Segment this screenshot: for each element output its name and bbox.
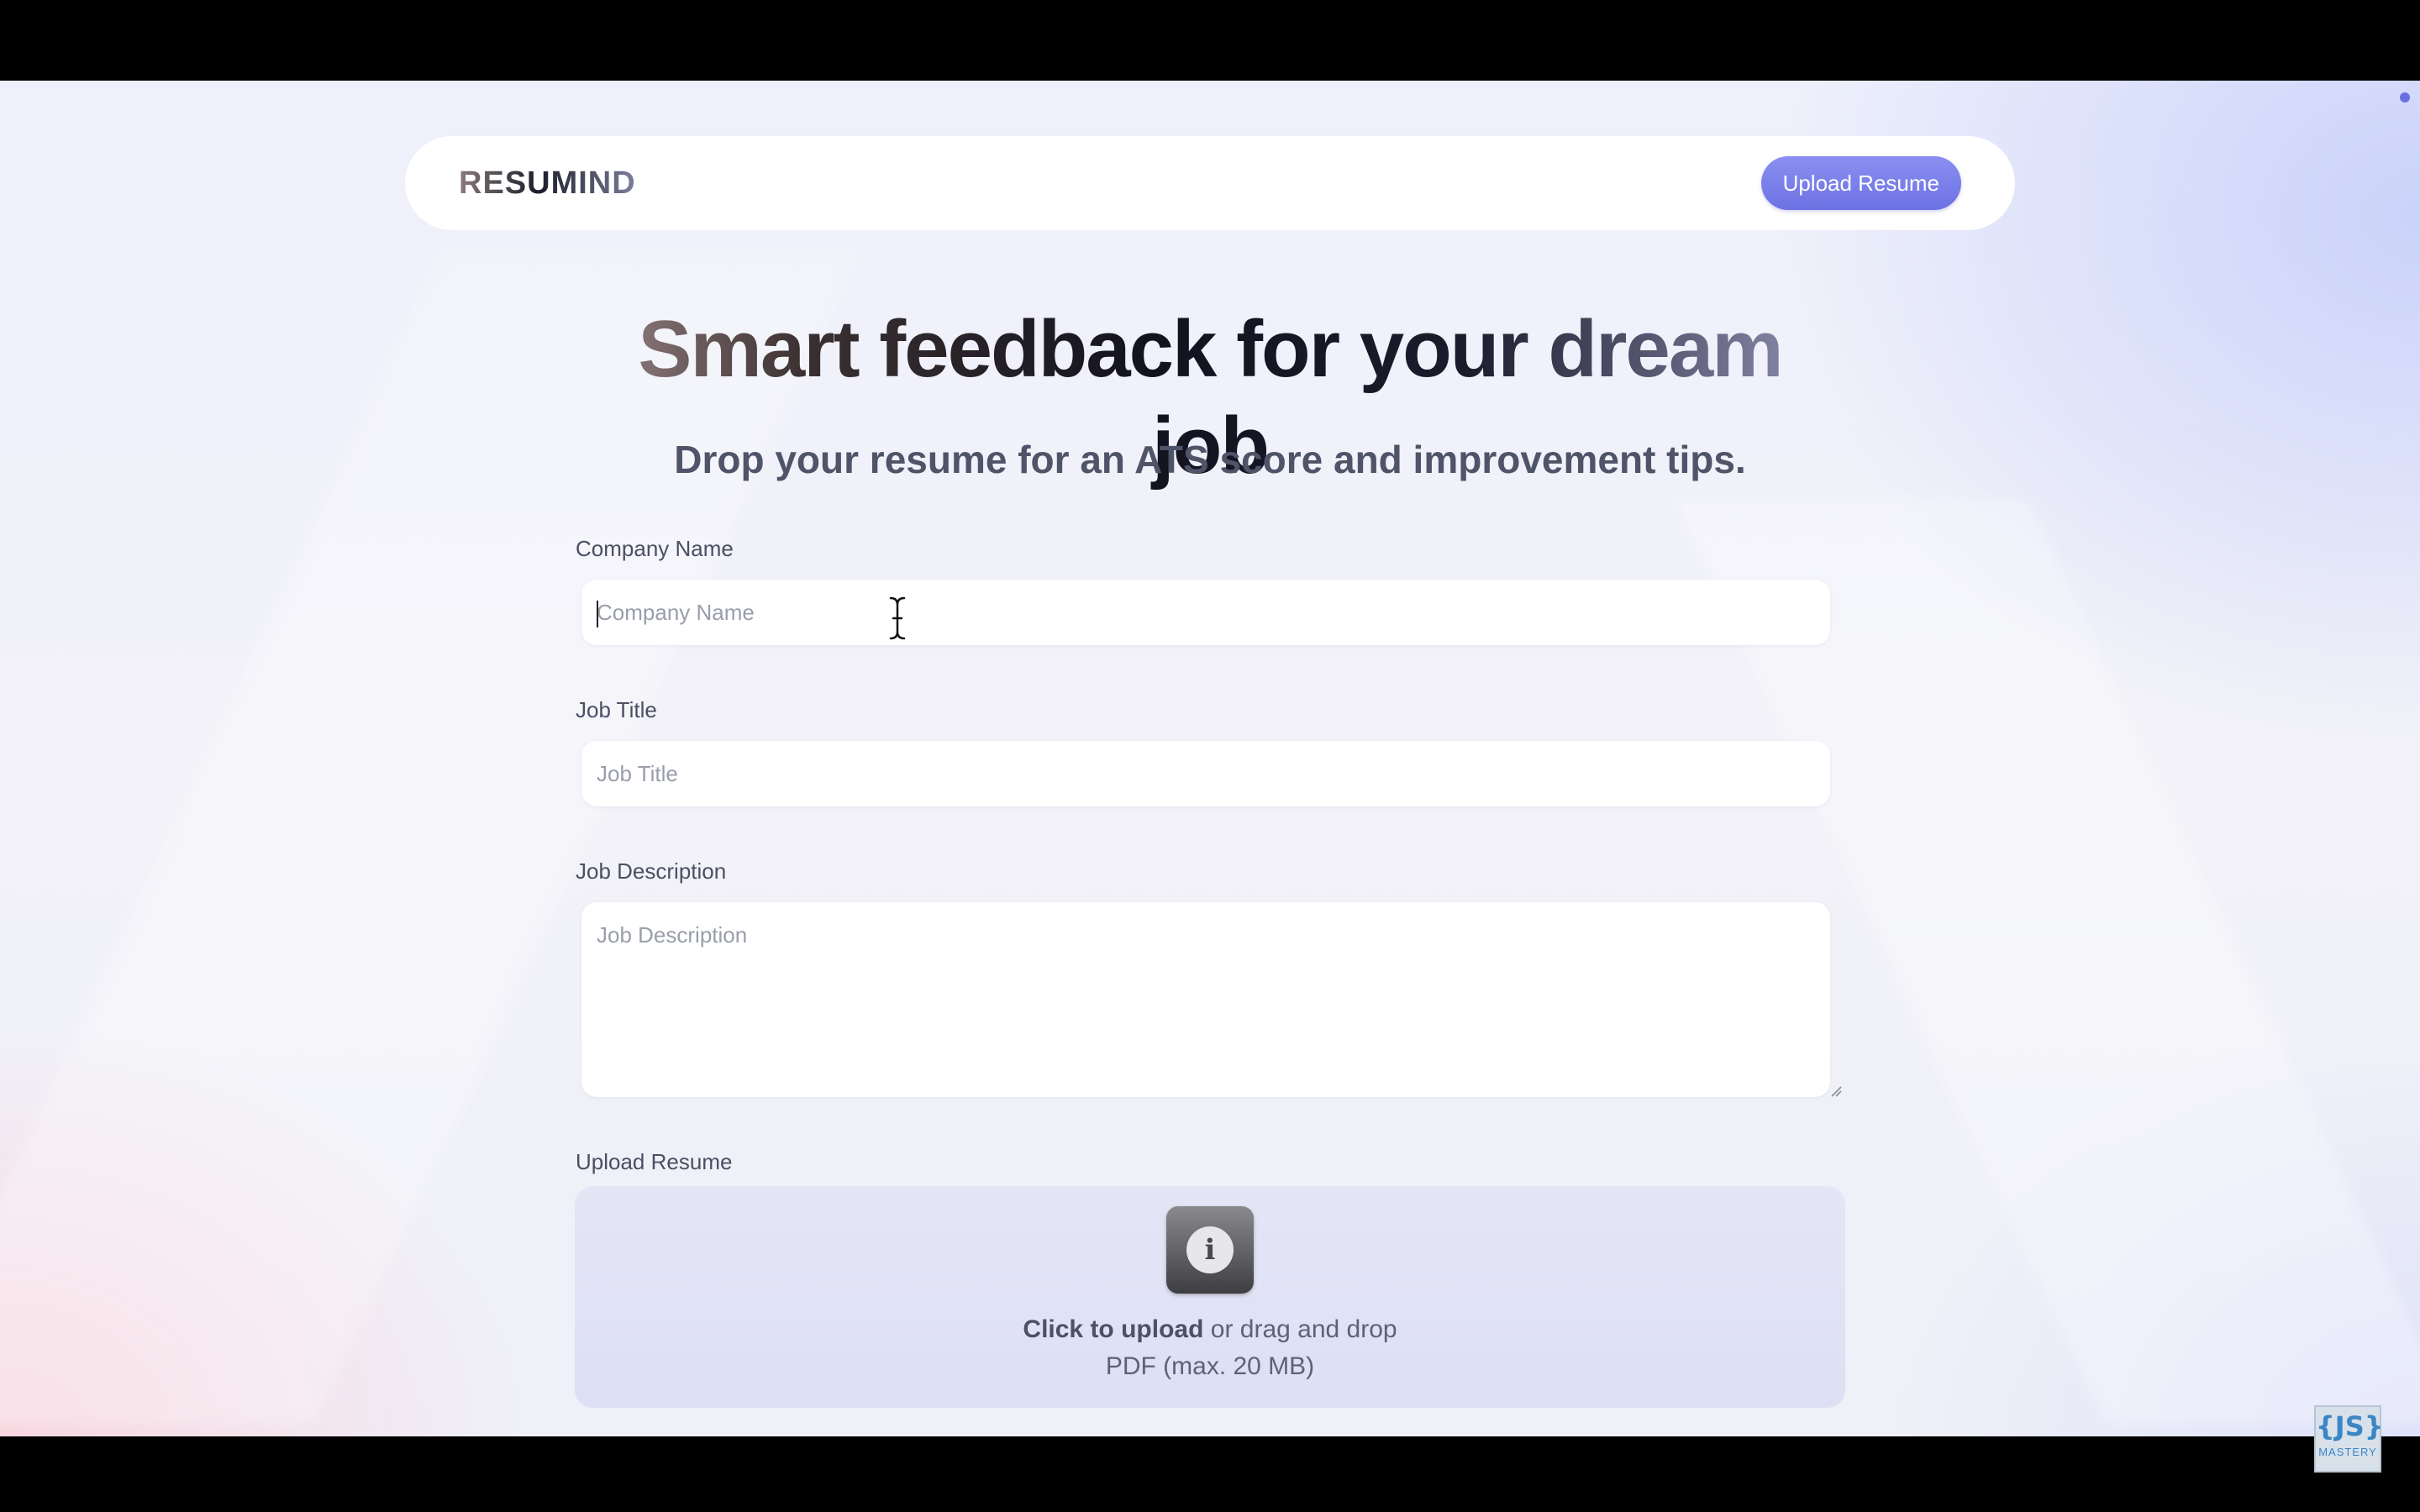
company-name-label: Company Name [576,536,734,561]
upload-instructions: Click to upload or drag and drop [575,1315,1845,1344]
job-title-label: Job Title [576,697,657,722]
upload-file-hint: PDF (max. 20 MB) [1105,1352,1315,1380]
job-description-textarea[interactable] [581,902,1830,1097]
text-caret [597,601,598,627]
navbar: RESUMIND Upload Resume [405,136,2015,230]
job-description-label: Job Description [576,858,727,884]
job-title-input[interactable] [581,741,1830,806]
page-subtitle: Drop your resume for an ATS score and im… [674,438,1746,481]
click-to-upload-link[interactable]: Click to upload [1023,1315,1203,1343]
letterbox-top [0,0,2420,81]
resize-handle-icon[interactable] [1830,1085,1842,1097]
badge-logo: {JS} [2316,1410,2384,1442]
upload-resume-button[interactable]: Upload Resume [1760,156,1961,210]
drag-drop-text: or drag and drop [1203,1315,1397,1343]
letterbox-bottom [0,1436,2420,1512]
company-name-input[interactable] [581,580,1830,645]
watermark-badge: {JS} MASTERY [2314,1405,2384,1473]
page-viewport: RESUMIND Upload Resume Smart feedback fo… [0,81,2420,1436]
file-dropzone[interactable]: i Click to upload or drag and drop PDF (… [575,1186,1845,1408]
upload-resume-label: Upload Resume [576,1149,733,1174]
text-cursor-icon [888,596,907,641]
logo[interactable]: RESUMIND [459,165,636,202]
info-icon: i [1166,1206,1254,1294]
indicator-dot [2400,92,2410,102]
badge-label: MASTERY [2318,1446,2377,1458]
